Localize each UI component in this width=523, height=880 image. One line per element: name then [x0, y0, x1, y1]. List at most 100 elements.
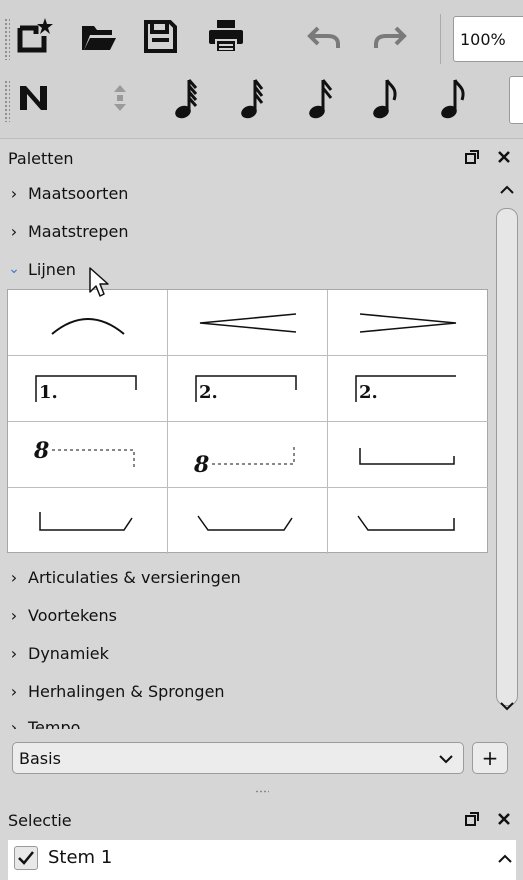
toolbar-separator: [440, 14, 441, 64]
palette-cell-diminuendo[interactable]: [328, 290, 488, 356]
chevron-right-icon: ›: [10, 717, 18, 730]
lines-palette-grid: 1. 2. 2. 8 8: [7, 289, 488, 554]
palette-category-articulaties[interactable]: › Articulaties & versieringen: [11, 562, 241, 592]
save-button[interactable]: [138, 14, 182, 58]
note-eighth-icon: [441, 79, 465, 119]
palette-cell-volta-2[interactable]: 2.: [168, 356, 328, 422]
panel-splitter[interactable]: [0, 786, 523, 796]
zoom-value: 100%: [460, 29, 506, 49]
palette-category-clip: › Tempo: [0, 712, 490, 730]
note-eighth-button[interactable]: [362, 76, 406, 120]
palette-category-label: Maatstrepen: [28, 221, 129, 241]
ottava-number: 8: [33, 438, 49, 464]
splitter-grip: [254, 789, 269, 793]
palette-category-dynamiek[interactable]: › Dynamiek: [11, 638, 109, 668]
selection-title: Selectie: [8, 810, 72, 830]
undock-button[interactable]: [463, 808, 481, 830]
undock-icon: [465, 150, 479, 164]
scroll-up-button[interactable]: [493, 178, 521, 202]
note-64th-button[interactable]: [164, 76, 208, 120]
zoom-field[interactable]: 100%: [453, 16, 523, 62]
palette-category-voortekens[interactable]: › Voortekens: [11, 600, 117, 630]
toolbar-field[interactable]: [509, 76, 523, 124]
close-button[interactable]: [495, 146, 513, 168]
palette-category-label: Tempo: [28, 717, 81, 730]
volta-number: 2.: [199, 382, 218, 403]
volta-number: 1.: [39, 382, 58, 403]
close-button[interactable]: [495, 808, 513, 830]
pedal-bracket-icon: [197, 515, 293, 531]
undock-button[interactable]: [463, 146, 481, 168]
undo-icon: [307, 26, 340, 48]
pedal-bracket-icon: [359, 448, 455, 465]
crescendo-icon: [199, 313, 297, 333]
redo-button[interactable]: [368, 14, 412, 58]
redo-icon: [374, 26, 407, 48]
volta-open-icon: 2.: [355, 375, 456, 403]
palette-scrollbar[interactable]: [493, 176, 521, 730]
palette-category-maatstrepen[interactable]: › Maatstrepen: [11, 216, 129, 246]
save-icon: [144, 20, 177, 53]
open-button[interactable]: [76, 14, 120, 58]
pedal-bracket-icon: [357, 515, 455, 531]
note-eighth-button[interactable]: [430, 76, 474, 120]
palette-cell-pedal-angled-both[interactable]: [168, 488, 328, 554]
palette-cell-pedal-angled-end[interactable]: [8, 488, 168, 554]
undock-icon: [465, 812, 479, 826]
ottava-icon: 8: [193, 444, 295, 478]
toggle-arrows-icon: [114, 85, 126, 111]
toolbar-grip[interactable]: [4, 18, 10, 60]
chevron-right-icon: ›: [10, 681, 18, 701]
new-score-button[interactable]: [12, 14, 56, 58]
add-workspace-button[interactable]: +: [472, 742, 508, 774]
palettes-header: Paletten: [0, 140, 523, 176]
ottava-number: 8: [193, 452, 209, 478]
toggle-mode-button[interactable]: [98, 76, 142, 120]
chevron-right-icon: ›: [10, 221, 18, 241]
palette-cell-volta-1[interactable]: 1.: [8, 356, 168, 422]
palette-category-lijnen[interactable]: ⌄ Lijnen: [8, 254, 76, 284]
chevron-down-icon: [500, 702, 514, 711]
palette-cell-volta-2-open[interactable]: 2.: [328, 356, 488, 422]
palette-category-label: Maatsoorten: [28, 183, 129, 203]
print-icon: [209, 20, 243, 53]
voice-1-label: Stem 1: [48, 847, 113, 868]
print-button[interactable]: [204, 14, 248, 58]
scroll-down-button[interactable]: [493, 694, 521, 718]
palette-cell-ottava-bassa[interactable]: 8: [168, 422, 328, 488]
selection-list: Stem 1: [8, 840, 516, 880]
palette-cell-ottava-alta[interactable]: 8: [8, 422, 168, 488]
palette-category-maatsoorten[interactable]: › Maatsoorten: [11, 178, 129, 208]
palette-category-herhalingen[interactable]: › Herhalingen & Sprongen: [11, 676, 225, 706]
toolbar-grip[interactable]: [4, 80, 10, 122]
open-folder-icon: [82, 26, 116, 50]
chevron-up-icon[interactable]: [498, 854, 512, 864]
chevron-right-icon: ›: [10, 183, 18, 203]
chevron-right-icon: ›: [10, 643, 18, 663]
add-workspace-label: +: [481, 746, 499, 770]
workspace-select[interactable]: Basis: [12, 742, 464, 774]
palette-cell-crescendo[interactable]: [168, 290, 328, 356]
palette-category-tempo[interactable]: › Tempo: [11, 712, 81, 730]
scrollbar-thumb[interactable]: [496, 208, 518, 706]
checkmark-icon: [18, 851, 34, 865]
palette-category-label: Lijnen: [28, 259, 76, 279]
volta-icon: 2.: [195, 375, 297, 403]
note-32nd-button[interactable]: [230, 76, 274, 120]
chevron-right-icon: ›: [10, 567, 18, 587]
toolbar: 100%: [0, 0, 523, 139]
chevron-right-icon: ›: [10, 605, 18, 625]
undo-button[interactable]: [302, 14, 346, 58]
palette-category-label: Herhalingen & Sprongen: [28, 681, 225, 701]
note-input-icon: [20, 86, 47, 110]
voice-1-checkbox[interactable]: [14, 846, 38, 870]
note-16th-button[interactable]: [298, 76, 342, 120]
palette-category-label: Dynamiek: [28, 643, 109, 663]
palette-cell-pedal-angled-start[interactable]: [328, 488, 488, 554]
note-input-button[interactable]: [12, 76, 56, 120]
note-32nd-icon: [241, 79, 264, 119]
mouse-cursor-icon: [89, 267, 109, 297]
palette-cell-pedal-bracket[interactable]: [328, 422, 488, 488]
palette-category-label: Voortekens: [28, 605, 117, 625]
palette-category-label: Articulaties & versieringen: [28, 567, 241, 587]
